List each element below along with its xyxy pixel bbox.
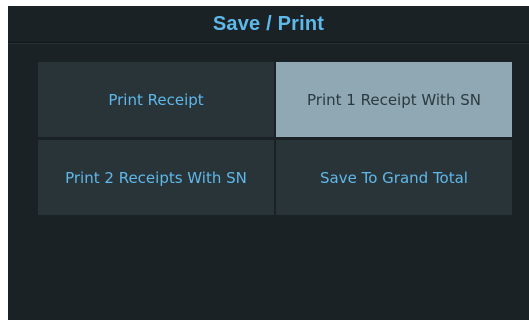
dialog-title: Save / Print: [212, 12, 325, 35]
print-receipt-button[interactable]: Print Receipt: [38, 62, 274, 137]
dialog-title-bar: Save / Print: [8, 6, 529, 43]
print-1-receipt-with-sn-button[interactable]: Print 1 Receipt With SN: [276, 62, 512, 137]
print-2-receipts-with-sn-button[interactable]: Print 2 Receipts With SN: [38, 140, 274, 215]
options-grid: Print Receipt Print 1 Receipt With SN Pr…: [38, 62, 512, 215]
save-print-dialog: Save / Print Print Receipt Print 1 Recei…: [8, 6, 529, 320]
save-to-grand-total-button[interactable]: Save To Grand Total: [276, 140, 512, 215]
